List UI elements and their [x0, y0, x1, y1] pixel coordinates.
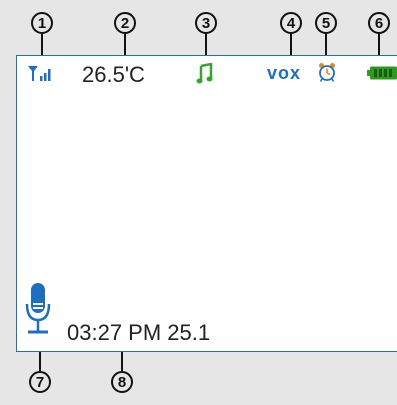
temperature-readout: 26.5'C: [82, 62, 145, 87]
vox-indicator: vox: [267, 63, 302, 83]
callout-1: 1: [31, 12, 53, 34]
callout-3: 3: [195, 12, 217, 34]
alarm-clock-icon: [318, 61, 336, 83]
callout-2: 2: [114, 12, 136, 34]
music-note-icon: [196, 62, 214, 85]
microphone-icon[interactable]: [24, 282, 52, 340]
callout-5: 5: [315, 12, 337, 34]
time-readout: 03:27 PM 25.1: [67, 320, 211, 345]
callout-8: 8: [111, 371, 133, 393]
battery-icon: [367, 66, 397, 80]
callout-6: 6: [368, 12, 390, 34]
device-screen: [16, 55, 397, 352]
signal-icon: [27, 64, 53, 84]
callout-4: 4: [280, 12, 302, 34]
callout-7: 7: [29, 371, 51, 393]
